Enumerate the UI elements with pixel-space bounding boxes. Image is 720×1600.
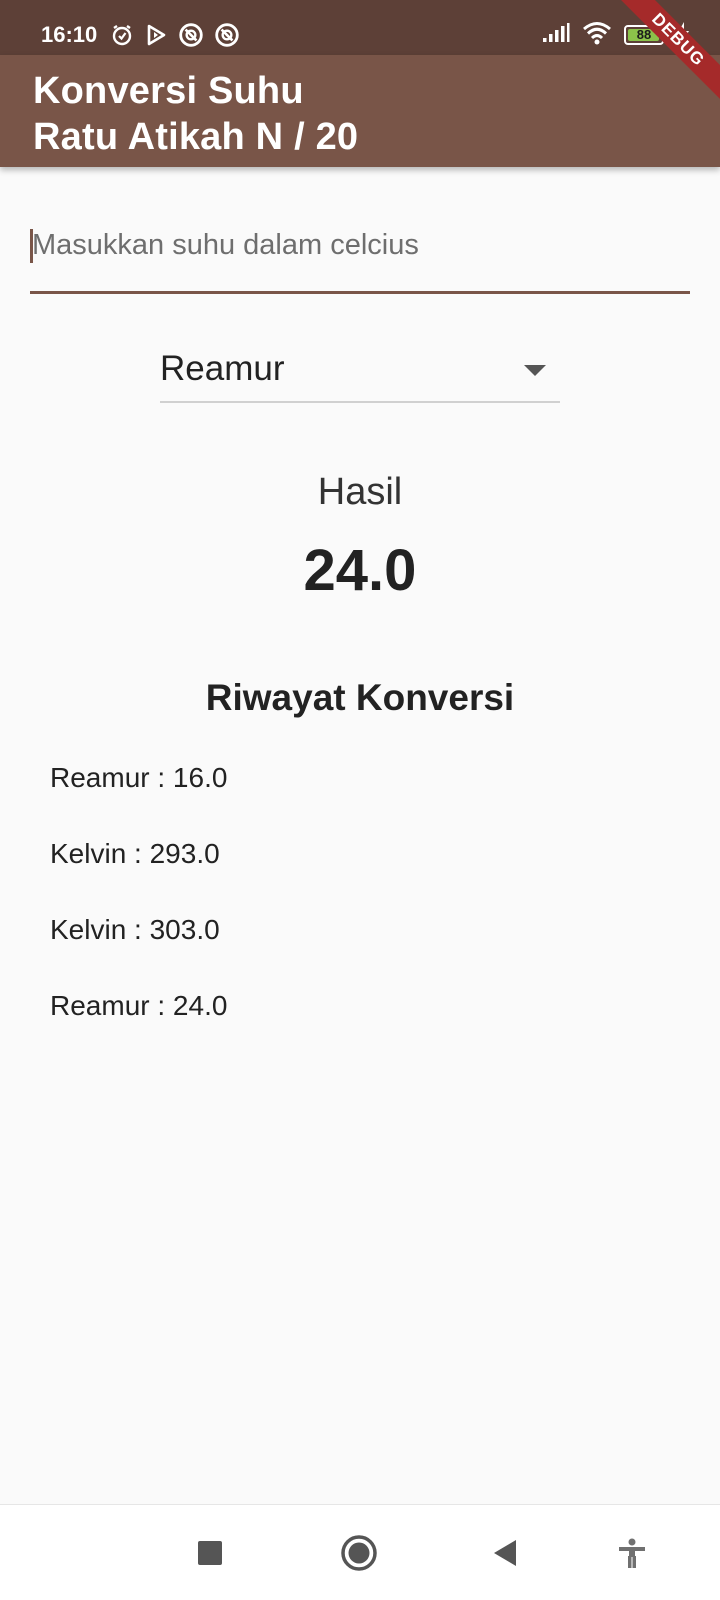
play-icon — [144, 23, 168, 47]
app-bar: Konversi Suhu Ratu Atikah N / 20 — [0, 55, 720, 167]
input-underline — [30, 291, 690, 294]
celsius-input[interactable] — [30, 215, 690, 275]
notification-icons — [110, 20, 240, 50]
history-title: Riwayat Konversi — [205, 677, 515, 718]
history-item: Kelvin : 293.0 — [50, 838, 220, 869]
alarm-icon — [110, 23, 134, 47]
back-triangle-icon[interactable] — [483, 1531, 527, 1575]
app-title: Konversi Suhu Ratu Atikah N / 20 — [33, 70, 359, 158]
accessibility-icon[interactable] — [610, 1531, 654, 1575]
result-label: Hasil — [317, 471, 403, 513]
status-time: 16:10 — [41, 22, 98, 47]
dropdown-selected-value: Reamur — [160, 349, 285, 388]
result-value: 24.0 — [303, 538, 417, 603]
history-item: Reamur : 24.0 — [50, 990, 228, 1021]
signal-icon — [542, 22, 570, 48]
app-screen: 16:10 88 DEBUG Konversi Suhu Ratu Atikah… — [0, 0, 720, 1600]
history-item: Kelvin : 303.0 — [50, 914, 220, 945]
history-list: Reamur : 16.0 Kelvin : 293.0 Kelvin : 30… — [50, 758, 670, 1062]
celsius-input-field[interactable] — [30, 215, 690, 295]
home-circle-icon[interactable] — [337, 1531, 381, 1575]
status-bar: 16:10 88 — [0, 0, 720, 55]
blocked-icon — [178, 22, 204, 48]
conversion-dropdown[interactable]: Reamur — [160, 345, 560, 403]
blocked-icon — [214, 22, 240, 48]
history-item: Reamur : 16.0 — [50, 762, 228, 793]
text-cursor — [30, 229, 33, 263]
recents-square-icon[interactable] — [188, 1531, 232, 1575]
system-navigation-bar — [0, 1504, 720, 1600]
caret-down-icon — [524, 364, 546, 382]
wifi-icon — [582, 21, 612, 50]
